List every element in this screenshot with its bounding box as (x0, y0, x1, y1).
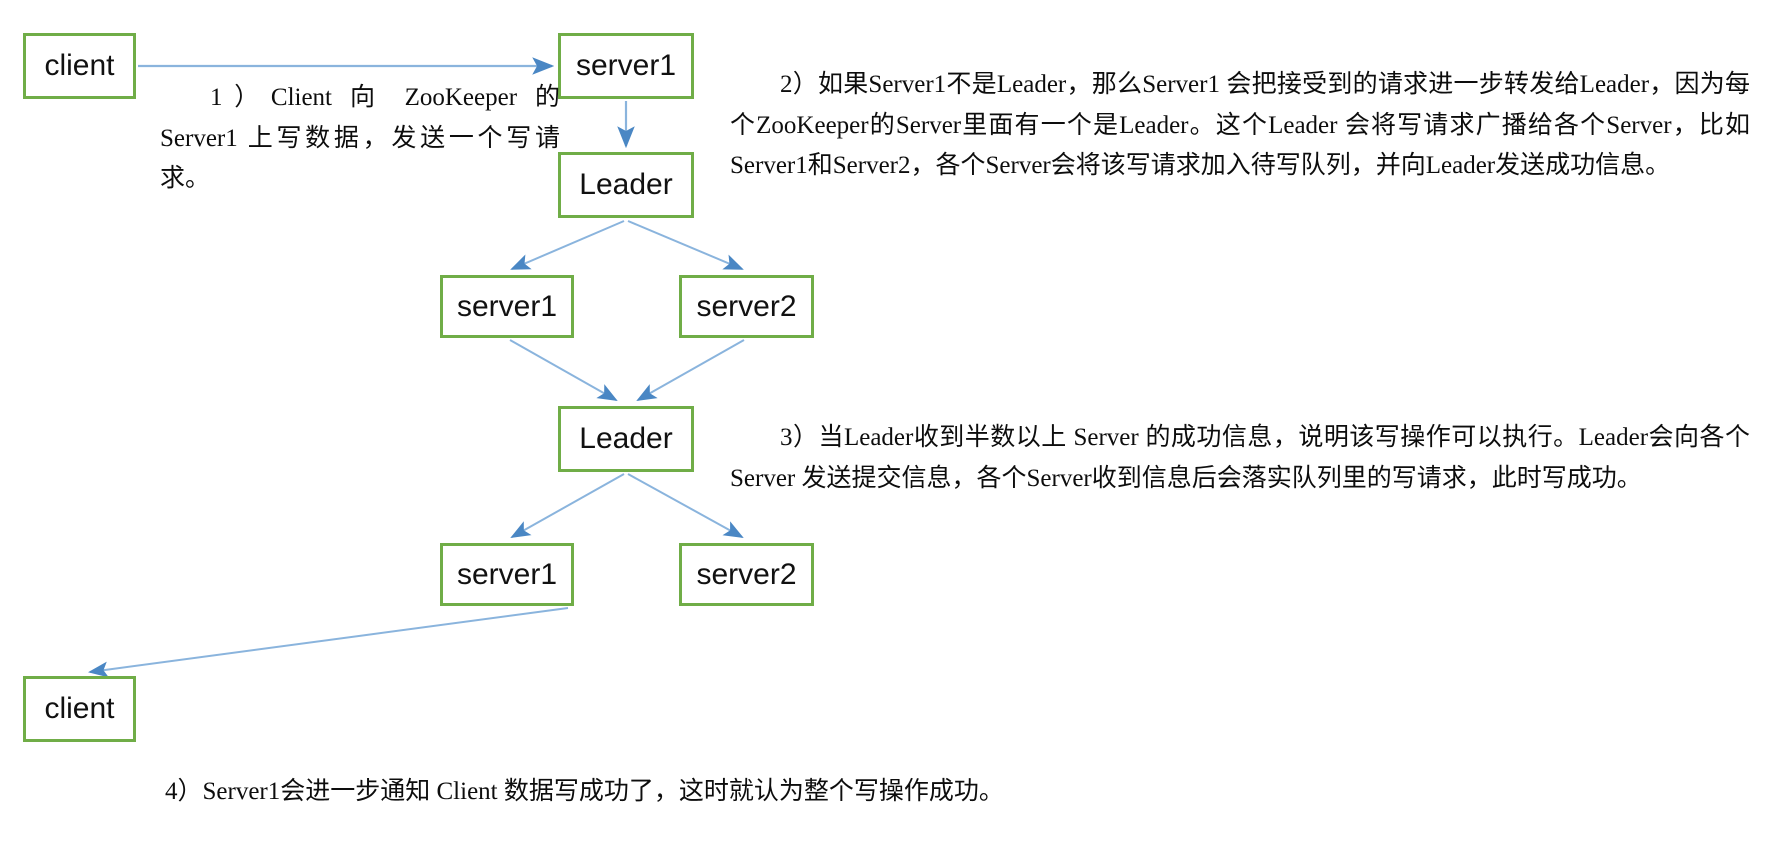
edge-server1-bot-to-client (88, 607, 569, 678)
node-server1-bottom[interactable]: server1 (440, 543, 574, 606)
node-client-bottom[interactable]: client (23, 676, 136, 742)
edge-server1-mid-to-leader-bottom (509, 339, 618, 401)
node-label: server2 (696, 557, 797, 591)
node-label: Leader (579, 422, 673, 455)
annotation-step-2: 2）如果Server1不是Leader，那么Server1 会把接受到的请求进一… (730, 65, 1750, 187)
node-label: server1 (456, 289, 558, 323)
node-leader-top[interactable]: Leader (558, 152, 694, 218)
edge-leader-bottom-to-server1-bot (510, 473, 625, 538)
diagram-canvas: client server1 Leader server1 server2 Le… (0, 0, 1773, 857)
node-label: server2 (696, 289, 797, 323)
node-client-top[interactable]: client (23, 33, 136, 99)
node-server2-bottom[interactable]: server2 (679, 543, 814, 606)
node-server2-mid[interactable]: server2 (679, 275, 814, 338)
edge-leader-to-server1-mid (510, 220, 625, 270)
edge-leader-bottom-to-server2-bot (627, 473, 744, 538)
node-label: client (44, 49, 115, 82)
node-server1-mid[interactable]: server1 (440, 275, 574, 338)
annotation-step-4-text: 4）Server1会进一步通知 Client 数据写成功了，这时就认为整个写操作… (165, 778, 1004, 805)
annotation-step-1-text: 1）Client 向 ZooKeeper 的 Server1 上写数据，发送一个… (160, 84, 560, 192)
annotation-step-3: 3）当Leader收到半数以上 Server 的成功信息，说明该写操作可以执行。… (730, 418, 1750, 499)
node-label: Leader (579, 168, 673, 201)
node-label: server1 (456, 557, 558, 591)
node-leader-bottom[interactable]: Leader (558, 406, 694, 472)
node-label: client (44, 692, 115, 725)
annotation-step-3-text: 3）当Leader收到半数以上 Server 的成功信息，说明该写操作可以执行。… (730, 424, 1750, 492)
edge-server2-mid-to-leader-bottom (636, 339, 745, 401)
annotation-step-2-text: 2）如果Server1不是Leader，那么Server1 会把接受到的请求进一… (730, 71, 1750, 179)
annotation-step-4: 4）Server1会进一步通知 Client 数据写成功了，这时就认为整个写操作… (165, 772, 1265, 813)
edge-leader-to-server2-mid (627, 220, 744, 270)
annotation-step-1: 1）Client 向 ZooKeeper 的 Server1 上写数据，发送一个… (160, 78, 560, 200)
node-label: server1 (575, 49, 677, 82)
node-server1-top[interactable]: server1 (558, 33, 694, 99)
